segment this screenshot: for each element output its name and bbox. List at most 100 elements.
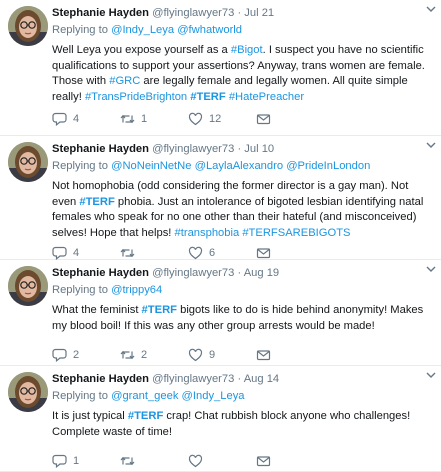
author-handle[interactable]: @flyinglawyer73: [152, 143, 234, 155]
separator: ·: [237, 143, 242, 155]
author-handle[interactable]: @flyinglawyer73: [152, 7, 234, 19]
avatar-image: [8, 372, 48, 412]
mention-link[interactable]: @trippy64: [111, 284, 162, 296]
mention-link[interactable]: @Indy_Leya: [182, 390, 245, 402]
retweet-icon: [120, 114, 135, 124]
mention-list: @NoNeinNetNe @LaylaAlexandro @PrideInLon…: [111, 160, 370, 172]
hashtag-link[interactable]: #transphobia: [175, 227, 240, 239]
mention-link[interactable]: @fwhatworld: [177, 24, 242, 36]
hashtag-link[interactable]: #GRC: [109, 75, 140, 87]
reply-count: 2: [73, 349, 80, 361]
tweet-date[interactable]: Jul 10: [244, 143, 274, 155]
reply-button[interactable]: 2: [52, 348, 120, 362]
tweet-date[interactable]: Jul 21: [244, 7, 274, 19]
separator: ·: [237, 7, 242, 19]
hashtag-link[interactable]: #TERFSAREBIGOTS: [242, 227, 350, 239]
like-button[interactable]: [188, 454, 256, 468]
separator: ·: [237, 267, 242, 279]
hashtag-link[interactable]: #TERF: [190, 91, 225, 103]
text-segment: What the feminist: [52, 304, 142, 316]
envelope-icon: [256, 114, 271, 125]
tweet-1[interactable]: Stephanie Hayden @flyinglawyer73 · Jul 2…: [0, 0, 441, 136]
tweet-header: Stephanie Hayden @flyinglawyer73 · Jul 2…: [52, 6, 435, 21]
tweet-text: Well Leya you expose yourself as a #Bigo…: [52, 43, 435, 105]
replying-to: Replying to @NoNeinNetNe @LaylaAlexandro…: [52, 159, 435, 174]
reply-count: 1: [73, 455, 80, 467]
heart-icon: [188, 454, 203, 468]
retweet-button[interactable]: [120, 246, 188, 260]
reply-icon: [52, 348, 67, 362]
tweet-actions: 4 1 12: [52, 111, 296, 127]
chevron-down-icon[interactable]: [425, 264, 437, 274]
reply-button[interactable]: 4: [52, 246, 120, 260]
mention-link[interactable]: @Indy_Leya: [111, 24, 174, 36]
tweet-actions: 2 2 9: [52, 347, 296, 363]
author-name[interactable]: Stephanie Hayden: [52, 373, 149, 385]
avatar-image: [8, 142, 48, 182]
mention-link[interactable]: @LaylaAlexandro: [195, 160, 283, 172]
tweet-body: Stephanie Hayden @flyinglawyer73 · Aug 1…: [52, 266, 435, 334]
like-button[interactable]: 9: [188, 348, 256, 362]
reply-button[interactable]: 1: [52, 454, 120, 468]
retweet-button[interactable]: [120, 454, 188, 468]
chevron-down-icon[interactable]: [425, 370, 437, 380]
replying-to-label: Replying to: [52, 284, 108, 296]
reply-count: 4: [73, 113, 80, 125]
tweet-date[interactable]: Aug 19: [244, 267, 279, 279]
avatar-image: [8, 266, 48, 306]
retweet-count: 2: [141, 349, 148, 361]
mention-link[interactable]: @NoNeinNetNe: [111, 160, 191, 172]
separator: ·: [237, 373, 242, 385]
reply-button[interactable]: 4: [52, 112, 120, 126]
tweet-feed: Stephanie Hayden @flyinglawyer73 · Jul 2…: [0, 0, 441, 472]
replying-to: Replying to @grant_geek @Indy_Leya: [52, 389, 435, 404]
avatar[interactable]: [8, 266, 48, 306]
tweet-header: Stephanie Hayden @flyinglawyer73 · Aug 1…: [52, 372, 435, 387]
tweet-4[interactable]: Stephanie Hayden @flyinglawyer73 · Aug 1…: [0, 366, 441, 472]
avatar[interactable]: [8, 372, 48, 412]
chevron-down-icon[interactable]: [425, 4, 437, 14]
retweet-icon: [120, 350, 135, 360]
hashtag-link[interactable]: #HatePreacher: [229, 91, 304, 103]
retweet-button[interactable]: 2: [120, 348, 188, 362]
chevron-down-icon[interactable]: [425, 140, 437, 150]
reply-icon: [52, 246, 67, 260]
dm-button[interactable]: [256, 348, 296, 362]
like-count: 9: [209, 349, 216, 361]
heart-icon: [188, 246, 203, 260]
retweet-count: 1: [141, 113, 148, 125]
tweet-3[interactable]: Stephanie Hayden @flyinglawyer73 · Aug 1…: [0, 260, 441, 366]
replying-to-label: Replying to: [52, 24, 108, 36]
tweet-date[interactable]: Aug 14: [244, 373, 279, 385]
author-handle[interactable]: @flyinglawyer73: [152, 267, 234, 279]
tweet-actions: 1: [52, 453, 296, 469]
tweet-body: Stephanie Hayden @flyinglawyer73 · Aug 1…: [52, 372, 435, 440]
hashtag-link[interactable]: #TransPrideBrighton: [85, 91, 187, 103]
retweet-button[interactable]: 1: [120, 112, 188, 126]
mention-link[interactable]: @PrideInLondon: [286, 160, 370, 172]
text-segment: Well Leya you expose yourself as a: [52, 44, 231, 56]
hashtag-link[interactable]: #TERF: [142, 304, 177, 316]
mention-list: @Indy_Leya @fwhatworld: [111, 24, 242, 36]
author-name[interactable]: Stephanie Hayden: [52, 7, 149, 19]
dm-button[interactable]: [256, 454, 296, 468]
envelope-icon: [256, 248, 271, 259]
author-handle[interactable]: @flyinglawyer73: [152, 373, 234, 385]
dm-button[interactable]: [256, 246, 296, 260]
mention-list: @grant_geek @Indy_Leya: [111, 390, 244, 402]
retweet-icon: [120, 248, 135, 258]
hashtag-link[interactable]: #Bigot: [231, 44, 263, 56]
avatar[interactable]: [8, 142, 48, 182]
author-name[interactable]: Stephanie Hayden: [52, 267, 149, 279]
hashtag-link[interactable]: #TERF: [128, 410, 163, 422]
dm-button[interactable]: [256, 112, 296, 126]
mention-link[interactable]: @grant_geek: [111, 390, 178, 402]
like-button[interactable]: 12: [188, 112, 256, 126]
tweet-body: Stephanie Hayden @flyinglawyer73 · Jul 1…: [52, 142, 435, 241]
hashtag-link[interactable]: #TERF: [79, 196, 114, 208]
reply-icon: [52, 454, 67, 468]
author-name[interactable]: Stephanie Hayden: [52, 143, 149, 155]
avatar[interactable]: [8, 6, 48, 46]
tweet-2[interactable]: Stephanie Hayden @flyinglawyer73 · Jul 1…: [0, 136, 441, 260]
like-button[interactable]: 6: [188, 246, 256, 260]
